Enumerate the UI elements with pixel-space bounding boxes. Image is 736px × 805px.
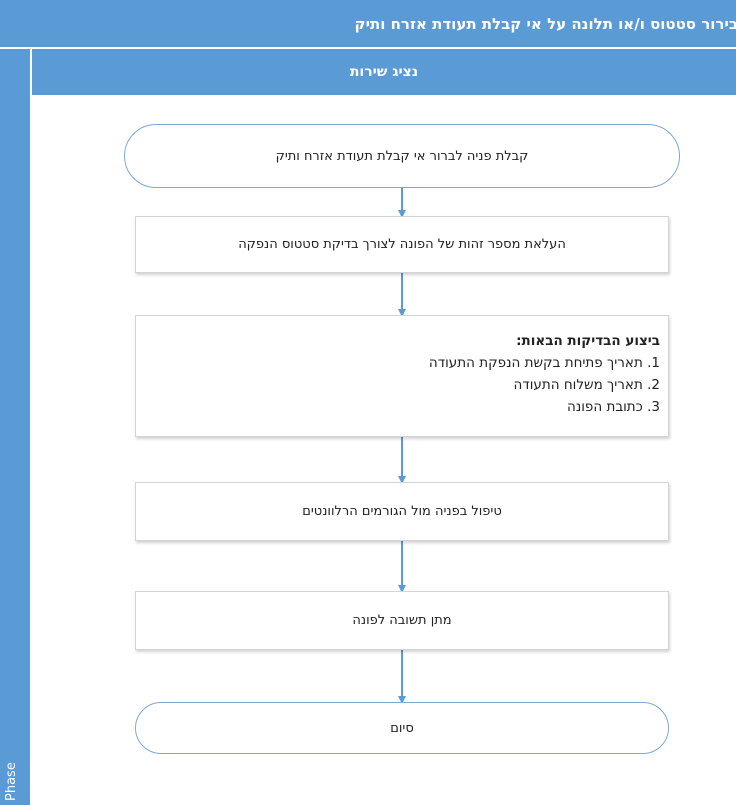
step-perform-checks: ביצוע הבדיקות הבאות: 1. תאריך פתיחת בקשת… bbox=[135, 315, 669, 437]
step-handling-text: טיפול בפניה מול הגורמים הרלוונטים bbox=[302, 504, 502, 519]
step-upload-id: העלאת מספר זהות של הפונה לצורך בדיקת סטט… bbox=[135, 216, 669, 273]
flowchart-frame: בירור סטטוס ו/או תלונה על אי קבלת תעודת … bbox=[0, 0, 736, 805]
check-item: 1. תאריך פתיחת בקשת הנפקת התעודה bbox=[428, 355, 660, 371]
step-reply: מתן תשובה לפונה bbox=[135, 591, 669, 650]
step-upload-id-text: העלאת מספר זהות של הפונה לצורך בדיקת סטט… bbox=[238, 237, 566, 252]
end-terminal: סיום bbox=[135, 702, 669, 754]
checks-heading: ביצוע הבדיקות הבאות: bbox=[516, 333, 660, 349]
start-terminal: קבלת פניה לברור אי קבלת תעודת אזרח ותיק bbox=[124, 124, 680, 188]
start-terminal-text: קבלת פניה לברור אי קבלת תעודת אזרח ותיק bbox=[275, 148, 529, 164]
check-item: 3. כתובת הפונה bbox=[567, 399, 660, 415]
check-item: 2. תאריך משלוח התעודה bbox=[513, 377, 660, 393]
step-reply-text: מתן תשובה לפונה bbox=[352, 613, 452, 628]
end-terminal-text: סיום bbox=[390, 720, 414, 736]
step-handling: טיפול בפניה מול הגורמים הרלוונטים bbox=[135, 482, 669, 541]
